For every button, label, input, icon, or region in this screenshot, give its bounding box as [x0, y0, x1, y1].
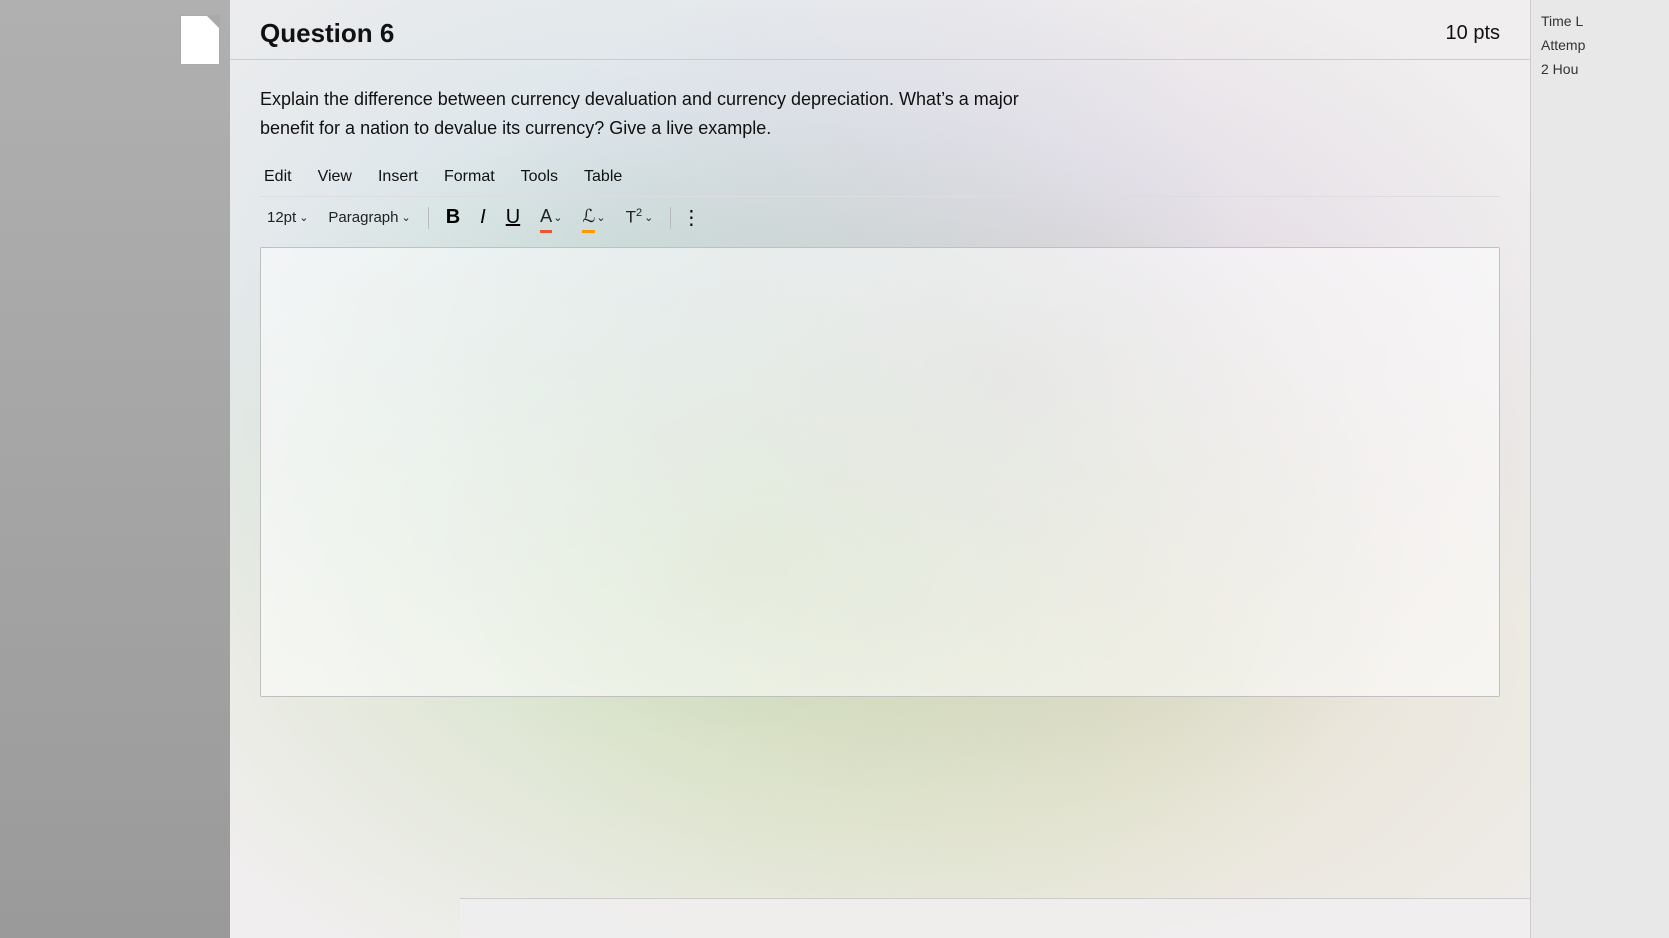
highlight-label: ℒ	[582, 206, 595, 230]
paragraph-value: Paragraph	[328, 209, 398, 226]
italic-button[interactable]: I	[473, 203, 493, 232]
font-size-chevron: ⌄	[299, 211, 308, 224]
menu-insert[interactable]: Insert	[374, 166, 422, 188]
paragraph-style-selector[interactable]: Paragraph ⌄	[321, 206, 417, 229]
bottom-bar: 0 words </> ↗ ⋮	[460, 898, 1530, 938]
left-sidebar	[0, 0, 230, 938]
right-panel: Time L Attemp 2 Hou	[1530, 0, 1669, 938]
question-text-line1: Explain the difference between currency …	[260, 89, 1019, 109]
bold-button[interactable]: B	[439, 203, 467, 232]
font-size-selector[interactable]: 12pt ⌄	[260, 206, 315, 229]
superscript-chevron: ⌄	[644, 211, 653, 224]
highlight-chevron: ⌄	[596, 211, 605, 224]
hours-label: 2 Hou	[1541, 58, 1659, 82]
text-color-chevron: ⌄	[553, 211, 562, 224]
question-header: Question 6 10 pts	[230, 0, 1530, 60]
formatting-bar: 12pt ⌄ Paragraph ⌄ B I U A ⌄ ℒ ⌄ T2 ⌄	[260, 196, 1500, 239]
question-text-line2: benefit for a nation to devalue its curr…	[260, 118, 771, 138]
main-content: Question 6 10 pts Explain the difference…	[230, 0, 1530, 938]
document-icon	[180, 15, 220, 65]
toolbar-divider-2	[670, 207, 671, 229]
time-label: Time L	[1541, 10, 1659, 34]
menu-bar: Edit View Insert Format Tools Table	[260, 158, 1500, 196]
text-color-button[interactable]: A ⌄	[533, 203, 569, 233]
paragraph-chevron: ⌄	[401, 211, 410, 224]
editor-toolbar: Edit View Insert Format Tools Table 12pt…	[230, 158, 1530, 239]
menu-edit[interactable]: Edit	[260, 166, 296, 188]
toolbar-divider-1	[428, 207, 429, 229]
underline-button[interactable]: U	[499, 203, 527, 232]
more-options-button[interactable]: ⋮	[681, 205, 701, 230]
question-title: Question 6	[260, 18, 394, 49]
attempt-label: Attemp	[1541, 34, 1659, 58]
highlight-button[interactable]: ℒ ⌄	[575, 203, 612, 233]
menu-view[interactable]: View	[314, 166, 356, 188]
question-points: 10 pts	[1446, 22, 1500, 45]
menu-table[interactable]: Table	[580, 166, 626, 188]
menu-tools[interactable]: Tools	[517, 166, 562, 188]
text-color-label: A	[540, 206, 552, 230]
right-panel-content: Time L Attemp 2 Hou	[1541, 10, 1659, 81]
superscript-button[interactable]: T2 ⌄	[619, 204, 661, 231]
font-size-value: 12pt	[267, 209, 296, 226]
superscript-label: T2	[626, 207, 643, 228]
text-editor-area[interactable]	[260, 247, 1500, 697]
menu-format[interactable]: Format	[440, 166, 499, 188]
question-text: Explain the difference between currency …	[230, 60, 1190, 158]
